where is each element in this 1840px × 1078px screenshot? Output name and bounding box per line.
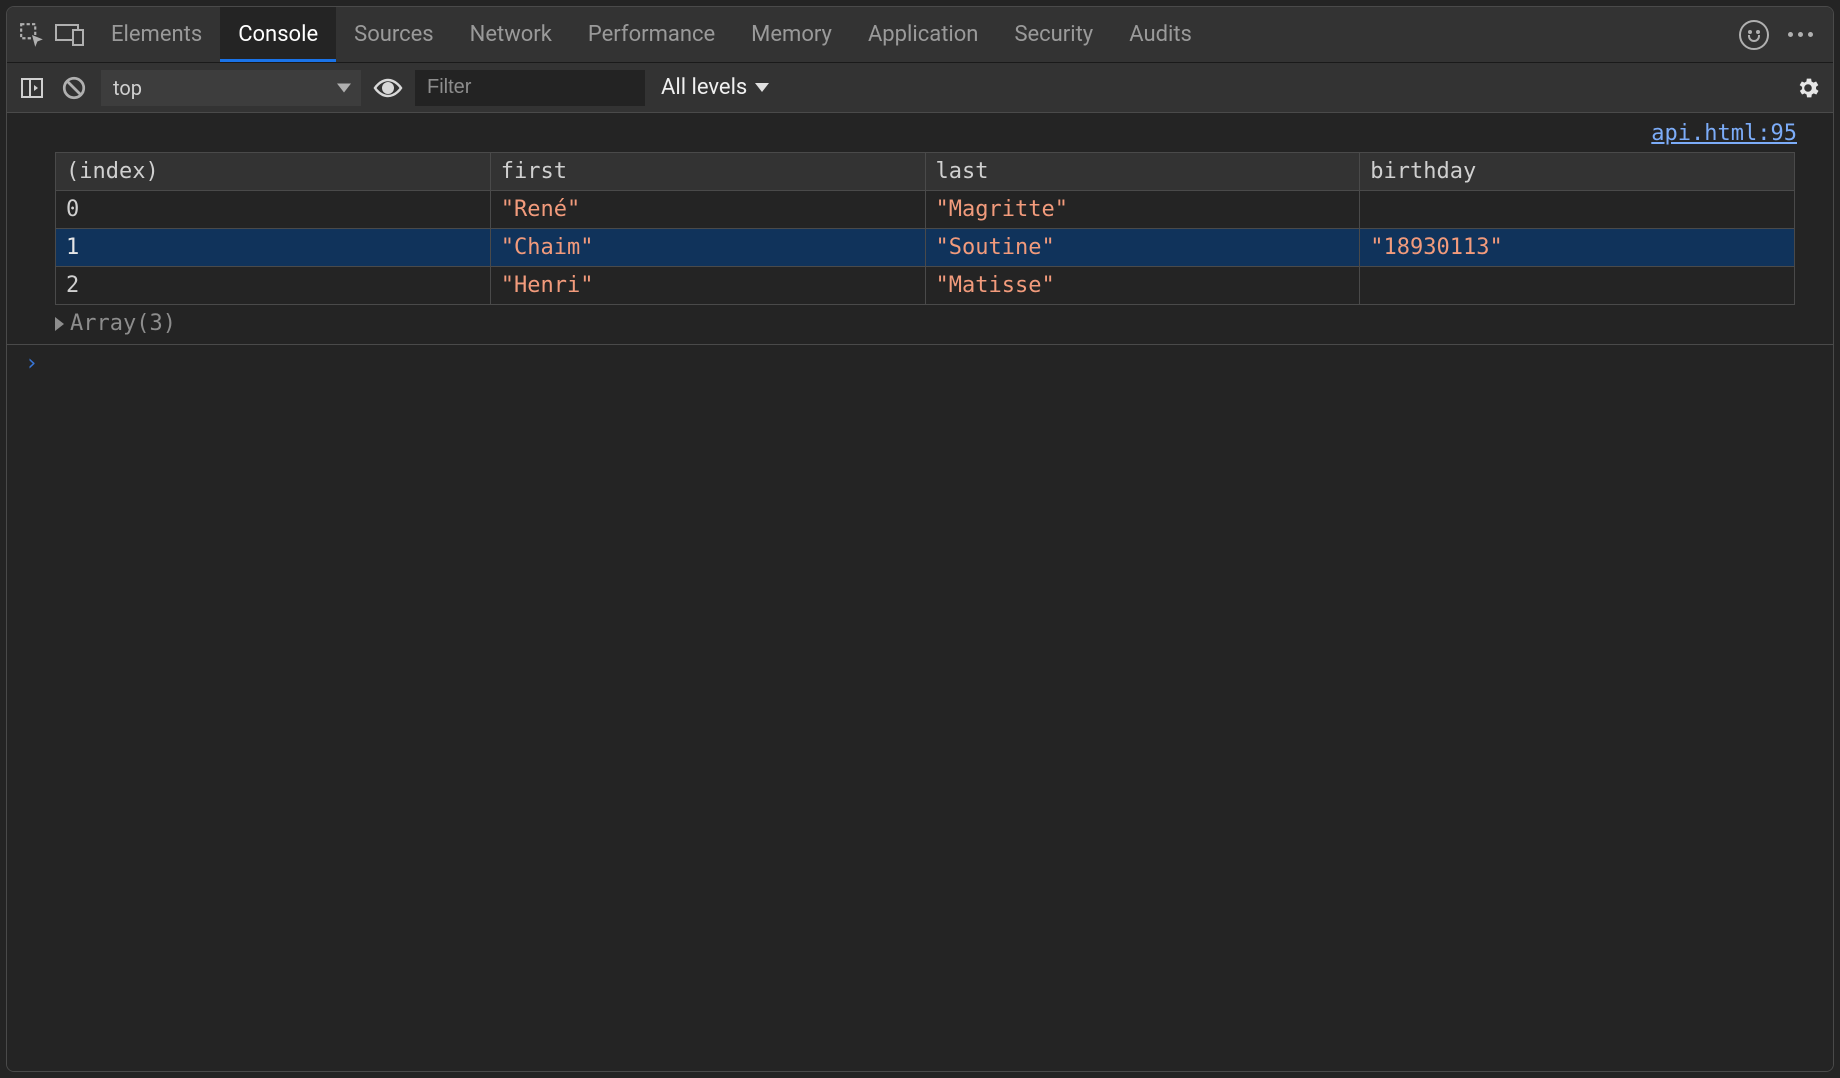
context-select-value: top [113,76,142,100]
tab-security[interactable]: Security [996,7,1111,62]
tab-console[interactable]: Console [220,7,336,62]
console-output: api.html:95 (index)firstlastbirthday 0"R… [7,113,1833,1071]
table-cell: "Chaim" [490,229,925,267]
table-cell: "Magritte" [925,191,1360,229]
tab-audits[interactable]: Audits [1111,7,1210,62]
console-toolbar: top All levels [7,63,1833,113]
device-toolbar-icon[interactable] [55,20,85,50]
table-row[interactable]: 0"René""Magritte" [56,191,1795,229]
table-cell [1360,191,1795,229]
devtools-tabstrip: ElementsConsoleSourcesNetworkPerformance… [7,7,1833,63]
prompt-chevron-icon: › [25,351,38,376]
tab-sources[interactable]: Sources [336,7,452,62]
disclosure-triangle-icon [55,317,64,331]
chevron-down-icon [755,83,769,92]
table-cell: "Soutine" [925,229,1360,267]
tab-memory[interactable]: Memory [733,7,850,62]
table-cell: 2 [56,267,491,305]
source-link[interactable]: api.html:95 [1651,121,1797,146]
table-cell: "Henri" [490,267,925,305]
log-levels-select[interactable]: All levels [661,75,769,100]
under-table-label: Array(3) [70,311,176,336]
table-cell: "Matisse" [925,267,1360,305]
console-table: (index)firstlastbirthday 0"René""Magritt… [55,152,1795,305]
table-header[interactable]: first [490,153,925,191]
table-row[interactable]: 2"Henri""Matisse" [56,267,1795,305]
more-menu-icon[interactable] [1785,20,1815,50]
table-cell: "René" [490,191,925,229]
console-settings-icon[interactable] [1793,73,1823,103]
tab-network[interactable]: Network [452,7,570,62]
table-cell: 1 [56,229,491,267]
table-header[interactable]: (index) [56,153,491,191]
log-levels-label: All levels [661,75,747,100]
chevron-down-icon [337,83,351,92]
table-header[interactable]: last [925,153,1360,191]
table-cell [1360,267,1795,305]
table-cell: "18930113" [1360,229,1795,267]
tab-elements[interactable]: Elements [93,7,220,62]
table-header[interactable]: birthday [1360,153,1795,191]
clear-console-icon[interactable] [59,73,89,103]
expand-array-toggle[interactable]: Array(3) [7,305,1833,345]
console-prompt[interactable]: › [7,345,1833,376]
context-select[interactable]: top [101,70,361,106]
live-expression-icon[interactable] [373,73,403,103]
filter-input[interactable] [415,70,645,106]
tab-application[interactable]: Application [850,7,996,62]
table-row[interactable]: 1"Chaim""Soutine""18930113" [56,229,1795,267]
inspect-element-icon[interactable] [17,20,47,50]
table-cell: 0 [56,191,491,229]
feedback-icon[interactable] [1739,20,1769,50]
tabs-container: ElementsConsoleSourcesNetworkPerformance… [93,7,1210,62]
tab-performance[interactable]: Performance [570,7,733,62]
toggle-sidebar-icon[interactable] [17,73,47,103]
